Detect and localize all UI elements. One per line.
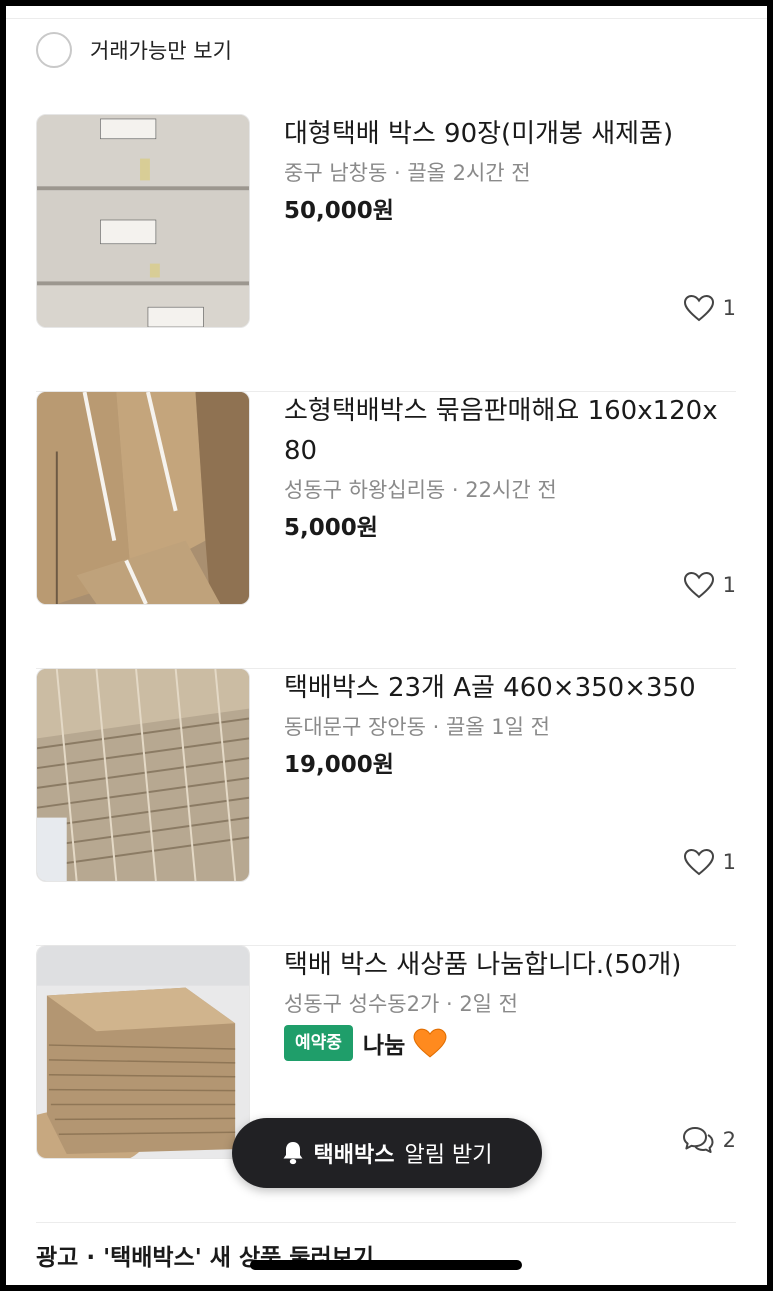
listing-location: 성동구 성수동2가 (284, 992, 440, 1016)
chat-count: 2 (681, 1125, 736, 1155)
listing-info: 택배박스 23개 A골 460×350×350 동대문구 장안동 · 끌올 1일… (284, 668, 729, 782)
like-count: 1 (683, 571, 736, 599)
listing-meta: 성동구 하왕십리동 · 22시간 전 (284, 475, 729, 505)
listing-meta: 동대문구 장안동 · 끌올 1일 전 (284, 712, 729, 742)
like-count: 1 (683, 294, 736, 322)
home-indicator (250, 1260, 522, 1270)
price-row: 예약중 나눔 (284, 1025, 729, 1061)
listing-title: 소형택배박스 묶음판매해요 160x120x80 (284, 396, 718, 466)
listing-time: 2일 전 (459, 992, 518, 1016)
screen: 거래가능만 보기 대형택배 박스 90장(미개봉 새제품) 중구 남창동 · 끌… (6, 6, 767, 1285)
like-count-value: 1 (722, 296, 736, 320)
listing-price: 5,000원 (284, 515, 378, 541)
listing-price: 19,000원 (284, 752, 394, 778)
listing-info: 소형택배박스 묶음판매해요 160x120x80 성동구 하왕십리동 · 22시… (284, 391, 729, 545)
listing-location: 성동구 하왕십리동 (284, 478, 446, 502)
listing-location: 동대문구 장안동 (284, 715, 426, 739)
listing-title: 택배 박스 새상품 나눔합니다.(50개) (284, 950, 682, 980)
like-count: 1 (683, 848, 736, 876)
like-count-value: 1 (722, 573, 736, 597)
listing-time: 끌올 1일 전 (445, 715, 550, 739)
listing-item[interactable]: 소형택배박스 묶음판매해요 160x120x80 성동구 하왕십리동 · 22시… (36, 391, 736, 669)
heart-icon (683, 571, 714, 599)
alert-label: 알림 받기 (404, 1143, 493, 1168)
listing-time: 22시간 전 (465, 478, 557, 502)
listing-thumbnail (36, 945, 250, 1159)
listing-info: 택배 박스 새상품 나눔합니다.(50개) 성동구 성수동2가 · 2일 전 예… (284, 945, 729, 1061)
listing-location: 중구 남창동 (284, 161, 388, 185)
listing-info: 대형택배 박스 90장(미개봉 새제품) 중구 남창동 · 끌올 2시간 전 5… (284, 114, 729, 228)
like-count-value: 1 (722, 850, 736, 874)
reserved-badge: 예약중 (284, 1025, 353, 1061)
meta-separator: · (387, 161, 408, 185)
alert-keyword: 택배박스 (313, 1143, 395, 1168)
heart-icon (683, 294, 714, 322)
filter-label: 거래가능만 보기 (90, 39, 232, 63)
meta-separator: · (445, 478, 466, 502)
listing-title: 택배박스 23개 A골 460×350×350 (284, 673, 696, 703)
top-divider (6, 18, 767, 19)
listing-thumbnail (36, 668, 250, 882)
meta-separator: · (439, 992, 460, 1016)
listing-thumbnail (36, 391, 250, 605)
meta-separator: · (425, 715, 446, 739)
listing-item[interactable]: 택배박스 23개 A골 460×350×350 동대문구 장안동 · 끌올 1일… (36, 668, 736, 946)
listing-price: 나눔 (362, 1033, 406, 1059)
listing-title: 대형택배 박스 90장(미개봉 새제품) (284, 119, 674, 149)
listing-meta: 성동구 성수동2가 · 2일 전 (284, 989, 729, 1019)
listing-price: 50,000원 (284, 198, 394, 224)
available-only-filter[interactable]: 거래가능만 보기 (36, 32, 232, 68)
filter-radio[interactable] (36, 32, 72, 68)
listing-item[interactable]: 대형택배 박스 90장(미개봉 새제품) 중구 남창동 · 끌올 2시간 전 5… (36, 114, 736, 392)
orange-heart-icon (413, 1028, 447, 1058)
listing-time: 끌올 2시간 전 (407, 161, 531, 185)
listing-thumbnail (36, 114, 250, 328)
keyword-alert-button[interactable]: 택배박스 알림 받기 (232, 1118, 542, 1188)
listing-meta: 중구 남창동 · 끌올 2시간 전 (284, 158, 729, 188)
chat-icon (682, 1127, 714, 1153)
bell-icon (283, 1142, 303, 1165)
heart-icon (683, 848, 714, 876)
chat-count-value: 2 (722, 1128, 736, 1152)
